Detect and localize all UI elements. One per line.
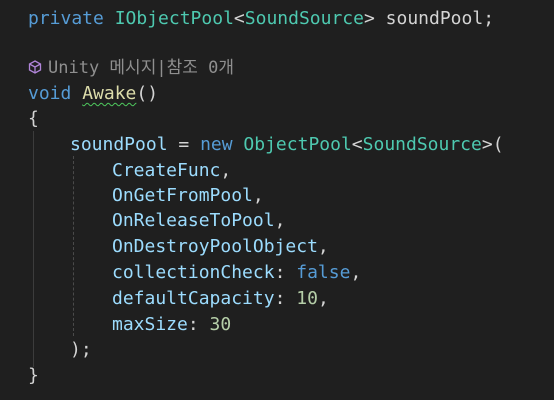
named-arg-colon: : bbox=[274, 262, 297, 283]
named-arg-value: 10 bbox=[296, 288, 318, 309]
call-close: ); bbox=[70, 339, 92, 360]
assign-operator: = bbox=[167, 134, 201, 155]
codelens-text[interactable]: Unity 메시지|참조 0개 bbox=[48, 58, 234, 78]
keyword-new: new bbox=[200, 134, 233, 155]
named-arg-colon: : bbox=[187, 314, 210, 335]
named-arg-value: false bbox=[296, 262, 351, 283]
arg-sep: , bbox=[220, 160, 232, 181]
arg-name: OnDestroyPoolObject bbox=[112, 236, 318, 257]
code-line-brace-open[interactable]: { bbox=[28, 106, 39, 131]
named-arg-name: maxSize bbox=[112, 314, 188, 335]
named-arg-sep: , bbox=[350, 262, 362, 283]
method-parens: () bbox=[136, 83, 159, 104]
arg-sep: , bbox=[252, 185, 264, 206]
type-objectpool: ObjectPool bbox=[243, 134, 352, 155]
code-line-arg[interactable]: CreateFunc, bbox=[112, 158, 231, 183]
code-line-arg[interactable]: OnDestroyPoolObject, bbox=[112, 234, 329, 259]
code-line-new-pool[interactable]: soundPool = new ObjectPool<SoundSource>( bbox=[70, 132, 504, 157]
arg-sep: , bbox=[274, 210, 286, 231]
generic-open-2: < bbox=[351, 134, 363, 155]
keyword-void: void bbox=[28, 83, 72, 104]
arg-name: CreateFunc bbox=[112, 160, 221, 181]
type-iobjectpool: IObjectPool bbox=[114, 8, 234, 29]
arg-sep: , bbox=[317, 236, 329, 257]
code-line-arg[interactable]: OnReleaseToPool, bbox=[112, 208, 285, 233]
code-line-field[interactable]: private IObjectPool<SoundSource> soundPo… bbox=[28, 6, 494, 31]
code-line-named-arg[interactable]: maxSize: 30 bbox=[112, 312, 231, 337]
type-soundsource-2: SoundSource bbox=[362, 134, 482, 155]
field-name: > soundPool; bbox=[363, 8, 495, 29]
code-line-named-arg[interactable]: defaultCapacity: 10, bbox=[112, 286, 329, 311]
code-line-named-arg[interactable]: collectionCheck: false, bbox=[112, 260, 361, 285]
indent-guide-outer bbox=[33, 131, 34, 367]
named-arg-name: collectionCheck bbox=[112, 262, 275, 283]
named-arg-colon: : bbox=[274, 288, 297, 309]
code-line-awake[interactable]: void Awake() bbox=[28, 81, 158, 106]
type-soundsource: SoundSource bbox=[244, 8, 364, 29]
method-awake[interactable]: Awake bbox=[82, 83, 136, 104]
named-arg-value: 30 bbox=[209, 314, 232, 335]
arg-name: OnGetFromPool bbox=[112, 185, 253, 206]
unity-cube-icon bbox=[28, 60, 42, 74]
code-editor[interactable]: private IObjectPool<SoundSource> soundPo… bbox=[0, 0, 554, 400]
call-open: >( bbox=[481, 134, 504, 155]
code-line-close-call[interactable]: ); bbox=[70, 337, 92, 362]
indent-guide-inner bbox=[73, 156, 74, 336]
codelens[interactable]: Unity 메시지|참조 0개 bbox=[28, 56, 234, 81]
brace-open: { bbox=[28, 108, 39, 129]
named-arg-name: defaultCapacity bbox=[112, 288, 275, 309]
brace-close: } bbox=[28, 365, 39, 386]
arg-name: OnReleaseToPool bbox=[112, 210, 275, 231]
code-line-arg[interactable]: OnGetFromPool, bbox=[112, 183, 264, 208]
generic-open: < bbox=[233, 8, 245, 29]
named-arg-sep: , bbox=[317, 288, 329, 309]
variable-soundpool: soundPool bbox=[70, 134, 168, 155]
code-line-brace-close[interactable]: } bbox=[28, 363, 39, 388]
keyword-private: private bbox=[28, 8, 104, 29]
